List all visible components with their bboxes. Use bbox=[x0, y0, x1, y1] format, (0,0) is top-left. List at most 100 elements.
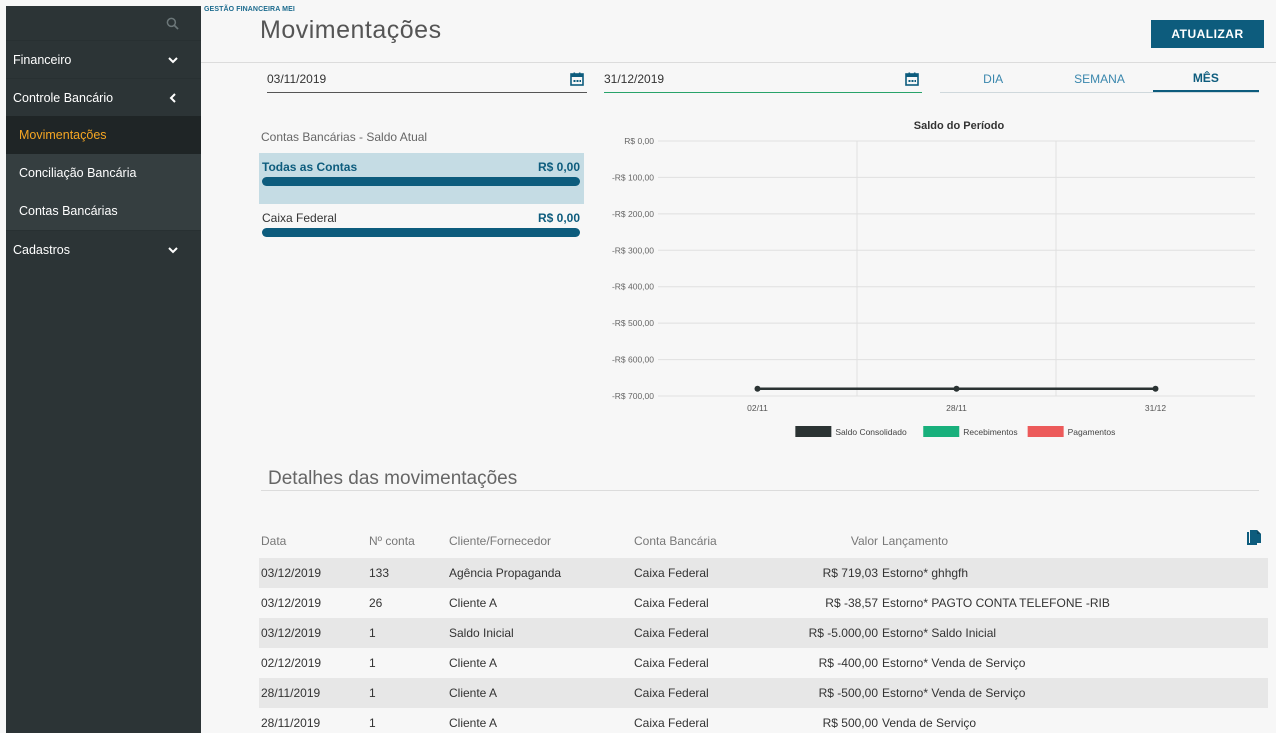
y-tick-label: -R$ 700,00 bbox=[612, 391, 654, 401]
table-row[interactable]: 03/12/2019 26 Cliente A Caixa Federal R$… bbox=[259, 588, 1268, 618]
details-title: Detalhes das movimentações bbox=[268, 468, 518, 489]
legend-swatch bbox=[795, 426, 832, 437]
tab-mes[interactable]: MÊS bbox=[1152, 66, 1259, 92]
sidebar-item-movimentacoes[interactable]: Movimentações bbox=[6, 116, 201, 154]
sidebar-item-contas-bancarias[interactable]: Contas Bancárias bbox=[6, 192, 201, 230]
cell-data: 28/11/2019 bbox=[261, 716, 321, 730]
cell-valor: R$ -400,00 bbox=[818, 656, 878, 670]
cell-data: 02/12/2019 bbox=[261, 656, 322, 670]
cell-conta: 1 bbox=[369, 686, 376, 700]
details-divider bbox=[261, 490, 1259, 491]
cell-conta: 26 bbox=[369, 596, 383, 610]
y-tick-label: -R$ 600,00 bbox=[612, 355, 654, 365]
data-point[interactable] bbox=[953, 385, 960, 392]
accounts-title: Contas Bancárias - Saldo Atual bbox=[261, 130, 428, 144]
table-header: Data Nº conta Cliente/Fornecedor Conta B… bbox=[259, 523, 1268, 558]
tab-dia[interactable]: DIA bbox=[940, 66, 1046, 92]
cell-cliente: Cliente A bbox=[449, 716, 498, 730]
update-button[interactable]: ATUALIZAR bbox=[1151, 20, 1264, 48]
cell-valor: R$ 500,00 bbox=[822, 716, 878, 730]
page-title: Movimentações bbox=[260, 16, 442, 44]
cell-banco: Caixa Federal bbox=[634, 656, 709, 670]
col-header-valor[interactable]: Valor bbox=[774, 534, 878, 548]
cell-lancamento: Estorno* Saldo Inicial bbox=[882, 626, 997, 640]
cell-lancamento: Estorno* Venda de Serviço bbox=[882, 656, 1026, 670]
chevron-left-icon bbox=[169, 92, 176, 103]
cell-data: 03/12/2019 bbox=[261, 566, 322, 580]
sidebar-item-financeiro[interactable]: Financeiro bbox=[6, 40, 201, 78]
col-header-data[interactable]: Data bbox=[259, 534, 369, 548]
data-point[interactable] bbox=[1152, 385, 1159, 392]
cell-banco: Caixa Federal bbox=[634, 566, 709, 580]
account-balance-bar bbox=[262, 228, 580, 237]
data-point[interactable] bbox=[754, 385, 761, 392]
cell-cliente: Cliente A bbox=[449, 686, 498, 700]
end-date-value: 31/12/2019 bbox=[604, 72, 665, 86]
sidebar-item-label: Controle Bancário bbox=[13, 90, 114, 105]
table-row[interactable]: 28/11/2019 1 Cliente A Caixa Federal R$ … bbox=[259, 708, 1268, 733]
y-tick-label: -R$ 300,00 bbox=[612, 245, 654, 255]
chart-svg: Saldo do Período R$ 0,00 -R$ 100,00 -R$ 20… bbox=[612, 120, 1255, 437]
calendar-icon[interactable] bbox=[570, 72, 584, 86]
search-icon[interactable] bbox=[166, 17, 179, 30]
sidebar-item-conciliacao-bancaria[interactable]: Conciliação Bancária bbox=[6, 154, 201, 192]
y-tick-label: -R$ 200,00 bbox=[612, 209, 654, 219]
cell-cliente: Cliente A bbox=[449, 656, 498, 670]
cell-valor: R$ 719,03 bbox=[822, 566, 878, 580]
sidebar-item-label: Financeiro bbox=[13, 52, 72, 67]
end-date-field[interactable]: 31/12/2019 bbox=[604, 66, 922, 93]
col-header-conta[interactable]: Nº conta bbox=[369, 534, 449, 548]
account-balance: R$ 0,00 bbox=[537, 160, 580, 174]
account-balance: R$ 0,00 bbox=[537, 211, 580, 225]
cell-banco: Caixa Federal bbox=[634, 716, 709, 730]
x-tick-label: 02/11 bbox=[747, 403, 768, 413]
chevron-down-icon bbox=[168, 56, 178, 63]
balance-chart: Saldo do Período R$ 0,00 -R$ 100,00 -R$ 20… bbox=[600, 112, 1270, 447]
cell-conta: 133 bbox=[369, 566, 390, 580]
x-tick-label: 31/12 bbox=[1145, 403, 1167, 413]
calendar-icon[interactable] bbox=[905, 72, 919, 86]
table-row[interactable]: 28/11/2019 1 Cliente A Caixa Federal R$ … bbox=[259, 678, 1268, 708]
legend-label: Pagamentos bbox=[1068, 427, 1116, 437]
cell-cliente: Agência Propaganda bbox=[449, 566, 562, 580]
cell-banco: Caixa Federal bbox=[634, 596, 709, 610]
cell-valor: R$ -500,00 bbox=[818, 686, 878, 700]
y-tick-label: -R$ 400,00 bbox=[612, 282, 654, 292]
app-brand: GESTÃO FINANCEIRA MEI bbox=[204, 6, 295, 13]
cell-data: 03/12/2019 bbox=[261, 626, 322, 640]
sidebar-item-cadastros[interactable]: Cadastros bbox=[6, 230, 201, 268]
start-date-field[interactable]: 03/11/2019 bbox=[267, 66, 587, 93]
cell-banco: Caixa Federal bbox=[634, 626, 709, 640]
col-header-lancamento[interactable]: Lançamento bbox=[878, 534, 1268, 548]
account-balance-bar bbox=[262, 177, 580, 186]
legend-swatch bbox=[923, 426, 960, 437]
cell-data: 28/11/2019 bbox=[261, 686, 321, 700]
account-name: Todas as Contas bbox=[262, 160, 358, 174]
cell-conta: 1 bbox=[369, 656, 376, 670]
cell-cliente: Cliente A bbox=[449, 596, 498, 610]
cell-conta: 1 bbox=[369, 626, 376, 640]
legend-label: Saldo Consolidado bbox=[835, 427, 907, 437]
account-all[interactable]: Todas as Contas R$ 0,00 bbox=[259, 153, 584, 204]
col-header-banco[interactable]: Conta Bancária bbox=[634, 534, 774, 548]
sidebar-search[interactable] bbox=[6, 6, 201, 40]
x-tick-label: 28/11 bbox=[946, 403, 967, 413]
sidebar-item-label: Cadastros bbox=[13, 242, 70, 257]
table-row[interactable]: 02/12/2019 1 Cliente A Caixa Federal R$ … bbox=[259, 648, 1268, 678]
col-header-cliente[interactable]: Cliente/Fornecedor bbox=[449, 534, 634, 548]
cell-lancamento: Venda de Serviço bbox=[882, 716, 977, 730]
tab-semana[interactable]: SEMANA bbox=[1046, 66, 1152, 92]
chart-title: Saldo do Período bbox=[914, 120, 1005, 132]
start-date-value: 03/11/2019 bbox=[267, 72, 327, 86]
submenu-controle-bancario: Movimentações Conciliação Bancária Conta… bbox=[6, 116, 201, 230]
account-caixa-federal[interactable]: Caixa Federal R$ 0,00 bbox=[259, 211, 584, 237]
table-row[interactable]: 03/12/2019 1 Saldo Inicial Caixa Federal… bbox=[259, 618, 1268, 648]
table-body: 03/12/2019 133 Agência Propaganda Caixa … bbox=[259, 558, 1268, 733]
table-row[interactable]: 03/12/2019 133 Agência Propaganda Caixa … bbox=[259, 558, 1268, 588]
account-name: Caixa Federal bbox=[262, 211, 337, 225]
y-tick-label: -R$ 100,00 bbox=[612, 172, 654, 182]
period-tabs: DIA SEMANA MÊS bbox=[940, 66, 1259, 93]
cell-lancamento: Estorno* Venda de Serviço bbox=[882, 686, 1026, 700]
legend-swatch bbox=[1027, 426, 1064, 437]
sidebar-item-controle-bancario[interactable]: Controle Bancário bbox=[6, 78, 201, 116]
